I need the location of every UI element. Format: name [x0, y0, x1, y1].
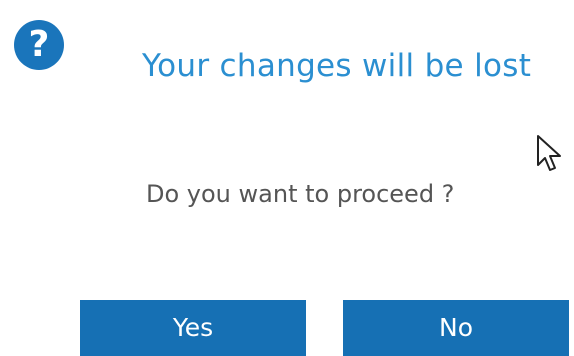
question-mark-icon: ? — [14, 20, 64, 70]
dialog-title: Your changes will be lost — [142, 48, 532, 84]
dialog-message: Do you want to proceed ? — [146, 180, 455, 208]
no-button[interactable]: No — [343, 300, 569, 356]
mouse-cursor-icon — [537, 135, 561, 171]
yes-button[interactable]: Yes — [80, 300, 306, 356]
confirm-dialog: ? Your changes will be lost Do you want … — [0, 0, 574, 356]
